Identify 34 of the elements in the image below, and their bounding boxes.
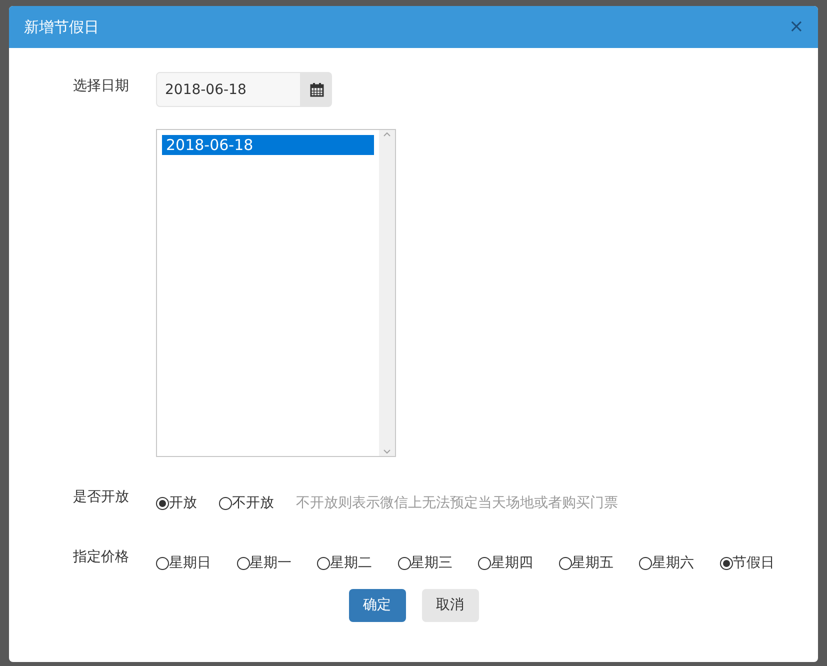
- radio-label[interactable]: 星期五: [572, 553, 614, 574]
- dialog-title: 新增节假日: [24, 16, 99, 38]
- radio-label[interactable]: 星期六: [652, 553, 694, 574]
- scrollbar[interactable]: [379, 130, 395, 456]
- radio-button[interactable]: [558, 557, 572, 570]
- radio-button[interactable]: [156, 497, 169, 510]
- radio-label[interactable]: 星期四: [491, 553, 533, 574]
- radio-button[interactable]: [219, 497, 232, 510]
- radio-label[interactable]: 开放: [169, 493, 197, 514]
- scroll-down-icon: [383, 449, 391, 454]
- scroll-up-icon: [383, 132, 391, 137]
- radio-label[interactable]: 星期一: [250, 553, 292, 574]
- radio-label[interactable]: 星期二: [330, 553, 372, 574]
- radio-button[interactable]: [156, 557, 169, 570]
- confirm-button[interactable]: 确定: [348, 589, 406, 622]
- field-label: 选择日期: [73, 77, 130, 96]
- calendar-icon: [310, 82, 324, 97]
- list-item[interactable]: 2018-06-18: [162, 135, 374, 155]
- radio-label[interactable]: 星期日: [169, 553, 211, 574]
- radio-label[interactable]: 不开放: [232, 493, 274, 514]
- radio-label[interactable]: 节假日: [732, 553, 774, 574]
- hint-text: 不开放则表示微信上无法预定当天场地或者购买门票: [296, 494, 618, 513]
- field-label: 是否开放: [73, 488, 130, 507]
- radio-button[interactable]: [317, 557, 330, 570]
- radio-label[interactable]: 星期三: [410, 553, 452, 574]
- radio-button[interactable]: [236, 557, 250, 570]
- radio-button[interactable]: [639, 557, 652, 570]
- radio-button[interactable]: [398, 557, 410, 570]
- radio-button[interactable]: [478, 557, 491, 570]
- calendar-button[interactable]: [301, 72, 332, 107]
- field-label: 指定价格: [73, 548, 130, 567]
- cancel-button[interactable]: 取消: [422, 589, 478, 622]
- date-field[interactable]: 2018-06-18: [156, 72, 301, 107]
- radio-button[interactable]: [720, 557, 732, 570]
